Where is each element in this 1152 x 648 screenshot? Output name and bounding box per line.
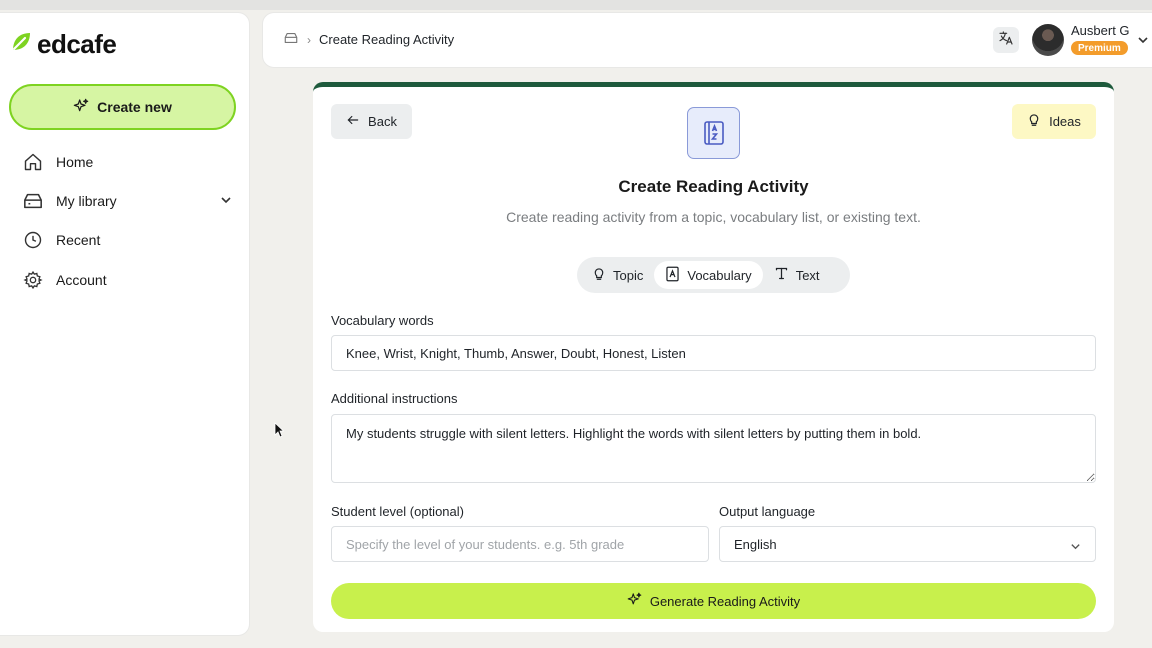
leaf-logo-icon	[9, 30, 33, 59]
arrow-left-icon	[346, 113, 360, 130]
page-title: Create Reading Activity	[618, 177, 809, 196]
vocabulary-book-icon	[687, 107, 740, 159]
vocabulary-icon	[665, 266, 680, 285]
source-mode-tabs: Topic Vocabulary Text	[577, 257, 850, 293]
back-label: Back	[368, 114, 397, 129]
ideas-label: Ideas	[1049, 114, 1081, 129]
home-icon	[22, 151, 44, 173]
lightbulb-icon	[1027, 112, 1041, 131]
avatar[interactable]	[1032, 24, 1064, 56]
premium-badge: Premium	[1071, 41, 1128, 55]
vocabulary-words-label: Vocabulary words	[331, 313, 434, 328]
logo[interactable]: edcafe	[9, 29, 117, 60]
tab-label: Vocabulary	[687, 267, 752, 283]
student-level-label: Student level (optional)	[331, 504, 464, 519]
chevron-down-icon	[1070, 540, 1081, 555]
user-name[interactable]: Ausbert G	[1071, 23, 1130, 38]
chevron-down-icon[interactable]	[220, 193, 232, 209]
clock-icon	[22, 229, 44, 251]
chevron-right-icon: ›	[307, 32, 311, 47]
library-icon	[22, 190, 44, 212]
lightbulb-icon	[592, 266, 606, 285]
create-new-button[interactable]: Create new	[9, 84, 236, 130]
back-button[interactable]: Back	[331, 104, 412, 139]
translate-button[interactable]	[993, 27, 1019, 53]
breadcrumb-current: Create Reading Activity	[319, 32, 455, 47]
sidebar-item-home[interactable]: Home	[22, 148, 232, 176]
top-header: › Create Reading Activity Ausbert G Prem…	[262, 12, 1152, 68]
sidebar-item-account[interactable]: Account	[22, 266, 232, 294]
sidebar-item-label: Recent	[56, 232, 101, 248]
additional-instructions-label: Additional instructions	[331, 391, 458, 406]
sidebar-item-recent[interactable]: Recent	[22, 226, 232, 254]
logo-text: edcafe	[37, 29, 117, 59]
output-language-label: Output language	[719, 504, 816, 519]
sidebar-item-label: My library	[56, 193, 117, 209]
tab-vocabulary[interactable]: Vocabulary	[654, 261, 763, 289]
sparkle-icon	[73, 98, 89, 117]
window-top-strip	[0, 0, 1152, 10]
sidebar-item-label: Account	[56, 272, 107, 288]
tab-topic[interactable]: Topic	[581, 261, 654, 289]
output-language-select[interactable]: English	[719, 526, 1096, 562]
sidebar: edcafe Create new Home My library Recent…	[0, 12, 250, 636]
student-level-input[interactable]	[331, 526, 709, 562]
mouse-cursor-icon	[274, 422, 285, 443]
sidebar-item-label: Home	[56, 154, 94, 170]
gear-icon	[22, 269, 44, 291]
chevron-down-icon[interactable]	[1137, 33, 1149, 51]
tab-text[interactable]: Text	[763, 261, 831, 289]
sparkle-icon	[627, 592, 642, 610]
create-new-label: Create new	[97, 99, 172, 115]
additional-instructions-textarea[interactable]: My students struggle with silent letters…	[331, 414, 1096, 483]
library-icon[interactable]	[283, 31, 299, 48]
vocabulary-words-input[interactable]	[331, 335, 1096, 371]
translate-icon	[998, 30, 1014, 51]
generate-reading-activity-button[interactable]: Generate Reading Activity	[331, 583, 1096, 619]
tab-label: Topic	[613, 267, 644, 283]
ideas-button[interactable]: Ideas	[1012, 104, 1096, 139]
generate-label: Generate Reading Activity	[649, 593, 801, 609]
breadcrumb: › Create Reading Activity	[283, 31, 454, 48]
text-icon	[774, 266, 789, 284]
page-subtitle: Create reading activity from a topic, vo…	[506, 209, 921, 225]
sidebar-item-my-library[interactable]: My library	[22, 187, 232, 215]
output-language-value: English	[734, 536, 777, 552]
create-reading-activity-card: Back Ideas Create Reading Activity Creat…	[313, 82, 1114, 632]
tab-label: Text	[795, 267, 820, 283]
